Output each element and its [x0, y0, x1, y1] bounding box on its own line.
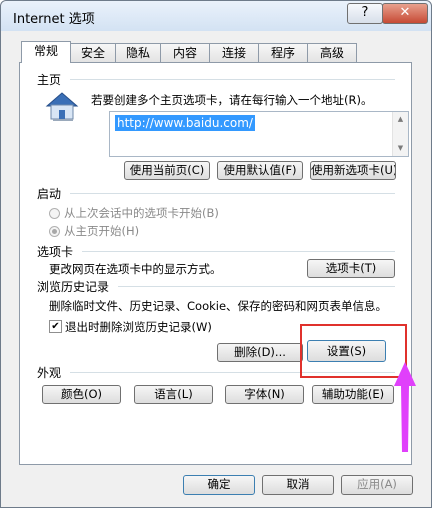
- delete-on-exit-checkbox[interactable]: ✔: [49, 320, 62, 333]
- tab-advanced[interactable]: 高级: [307, 43, 357, 62]
- appearance-section-title: 外观: [37, 366, 62, 380]
- apply-button[interactable]: 应用(A): [341, 475, 413, 495]
- startup-last-session-radio[interactable]: [49, 208, 60, 219]
- textbox-scrollbar[interactable]: ▲ ▼: [392, 112, 408, 156]
- section-divider: [70, 193, 395, 194]
- general-tab-panel: 主页 若要创建多个主页选项卡，请在每行输入一个地址(R)。 http://www…: [19, 62, 412, 465]
- close-button[interactable]: ✕: [382, 3, 428, 24]
- section-divider: [82, 251, 395, 252]
- tab-programs[interactable]: 程序: [258, 43, 308, 62]
- startup-section-title: 启动: [37, 187, 62, 201]
- use-current-button[interactable]: 使用当前页(C): [124, 161, 210, 180]
- use-new-tab-button[interactable]: 使用新选项卡(U): [310, 161, 396, 180]
- history-description: 删除临时文件、历史记录、Cookie、保存的密码和网页表单信息。: [49, 299, 388, 313]
- startup-home-radio[interactable]: [49, 226, 60, 237]
- title-bar[interactable]: Internet 选项 ? ✕: [1, 1, 431, 31]
- ok-button[interactable]: 确定: [183, 475, 255, 495]
- highlight-box: [300, 324, 407, 378]
- home-url-value[interactable]: http://www.baidu.com/: [115, 115, 255, 131]
- use-default-button[interactable]: 使用默认值(F): [217, 161, 303, 180]
- accessibility-button[interactable]: 辅助功能(E): [312, 385, 394, 404]
- home-url-textbox[interactable]: http://www.baidu.com/ ▲ ▼: [109, 111, 409, 157]
- tab-security[interactable]: 安全: [70, 43, 116, 62]
- tab-privacy[interactable]: 隐私: [115, 43, 161, 62]
- tabs-settings-button[interactable]: 选项卡(T): [307, 259, 395, 278]
- tab-general[interactable]: 常规: [21, 41, 71, 63]
- scroll-down-icon[interactable]: ▼: [393, 144, 408, 152]
- tab-connections[interactable]: 连接: [209, 43, 259, 62]
- home-icon: [45, 92, 79, 121]
- help-button[interactable]: ?: [347, 3, 383, 24]
- scroll-up-icon[interactable]: ▲: [393, 115, 408, 123]
- startup-last-session-label: 从上次会话中的选项卡开始(B): [64, 206, 219, 220]
- delete-history-button[interactable]: 删除(D)...: [217, 343, 303, 362]
- colors-button[interactable]: 颜色(O): [42, 385, 121, 404]
- section-divider: [70, 79, 395, 80]
- home-description: 若要创建多个主页选项卡，请在每行输入一个地址(R)。: [91, 93, 373, 107]
- tabs-description: 更改网页在选项卡中的显示方式。: [49, 262, 222, 276]
- history-section-title: 浏览历史记录: [37, 280, 110, 294]
- fonts-button[interactable]: 字体(N): [225, 385, 304, 404]
- tab-content[interactable]: 内容: [160, 43, 210, 62]
- languages-button[interactable]: 语言(L): [134, 385, 213, 404]
- startup-home-label: 从主页开始(H): [64, 224, 140, 238]
- delete-on-exit-label: 退出时删除浏览历史记录(W): [65, 320, 212, 334]
- cancel-button[interactable]: 取消: [262, 475, 334, 495]
- window-title: Internet 选项: [13, 12, 95, 27]
- internet-options-window: Internet 选项 ? ✕ 常规 安全 隐私 内容 连接 程序 高级 主页 …: [0, 0, 432, 508]
- section-divider: [118, 286, 395, 287]
- tabs-section-title: 选项卡: [37, 245, 74, 259]
- home-section-title: 主页: [37, 73, 62, 87]
- arrow-annotation-icon: [394, 362, 416, 452]
